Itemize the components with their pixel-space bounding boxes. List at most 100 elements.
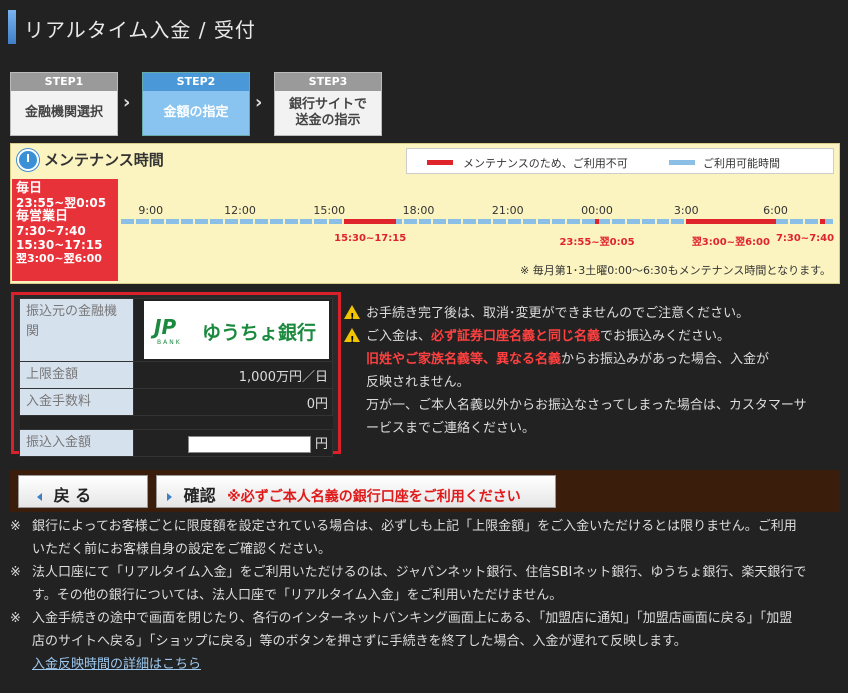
notice-emphasis: 必ず証券口座名義と同じ名義 (431, 329, 601, 344)
timeline-available-segment (582, 219, 595, 224)
action-bar: 戻 る 確認 ※必ずご本人名義の銀行口座をご利用ください (10, 470, 840, 512)
footnote-text: 銀行によってお客様ごとに限度額を設定されている場合は、必ずしも上記「上限金額」を… (32, 519, 797, 534)
timeline-available-segment (225, 219, 238, 224)
footnote: ※ 法人口座にて「リアルタイム入金」をご利用いただけるのは、ジャパンネット銀行、… (8, 561, 840, 607)
timeline-hour-label: 6:00 (763, 204, 788, 217)
bank-logo: JP BANK ゆうちょ銀行 (144, 301, 329, 359)
title-marker (8, 10, 16, 44)
timeline-available-segment (507, 219, 521, 224)
timeline-available-segment (195, 219, 209, 224)
notice-line: ご入金は、必ず証券口座名義と同じ名義でお振込みください。 (344, 325, 839, 352)
business-time-3: 翌3:00~翌6:00 (16, 252, 102, 265)
bank-info-table: 振込元の金融機関 JP BANK ゆうちょ銀行 上限金額 1,000万円／日 入… (19, 298, 333, 457)
footnote-text: 店のサイトへ戻る」「ショップに戻る」等のボタンを押さずに手続きを終了した場合、入… (32, 634, 687, 649)
timeline-available-segment (284, 219, 298, 224)
timeline-available-segment (254, 219, 268, 224)
back-button[interactable]: 戻 る (18, 475, 148, 508)
timeline-available-segment (790, 219, 804, 224)
notice-line: 旧姓やご家族名義等、異なる名義からお振込みがあった場合、入金が (344, 348, 839, 371)
timeline-hour-label: 21:00 (491, 204, 524, 217)
step-3-head: STEP3 (275, 73, 381, 91)
step-2-head: STEP2 (143, 73, 249, 91)
legend-available-swatch (669, 160, 695, 165)
table-row: 上限金額 1,000万円／日 (19, 361, 333, 389)
maintenance-note: ※ 毎月第1･3土曜0:00～6:30もメンテナンス時間となります。 (520, 264, 831, 277)
amount-label: 振込入金額 (19, 429, 134, 457)
timeline-available-segment (537, 219, 551, 224)
table-row: 振込元の金融機関 JP BANK ゆうちょ銀行 (19, 298, 333, 362)
step-1-head: STEP1 (11, 73, 117, 91)
step-1: STEP1 金融機関選択 (10, 72, 118, 136)
timeline-available-segment (656, 219, 670, 224)
clock-icon (17, 149, 39, 171)
page-header: リアルタイム入金 / 受付 (8, 10, 840, 44)
timeline-available-segment (775, 219, 789, 224)
timeline-hour-label: 00:00 (581, 204, 613, 217)
timeline-available-segment (210, 219, 224, 224)
timeline-available-segment (329, 219, 343, 224)
footnote: ※ 銀行によってお客様ごとに限度額を設定されている場合は、必ずしも上記「上限金額… (8, 515, 840, 561)
timeline-available-segment (180, 219, 194, 224)
timeline-hour-label: 3:00 (673, 204, 699, 217)
business-time-1: 7:30~7:40 (16, 224, 86, 238)
amount-input[interactable] (187, 436, 311, 453)
warning-icon (344, 328, 360, 352)
notice-text: からお振込みがあった場合、入金が (561, 352, 770, 367)
timeline-available-segment (135, 219, 149, 224)
notice-block: お手続き完了後は、取消･変更ができませんのでご注意ください。 ご入金は、必ず証券… (344, 302, 839, 440)
footnotes: ※ 銀行によってお客様ごとに限度額を設定されている場合は、必ずしも上記「上限金額… (8, 515, 840, 676)
timeline-maintenance-segment (686, 219, 776, 224)
chevron-right-icon: › (123, 92, 131, 113)
timeline-available-segment (522, 219, 536, 224)
page-title: リアルタイム入金 / 受付 (24, 18, 256, 42)
timeline-available-segment (611, 219, 625, 224)
step-3-label-line2: 送金の指示 (295, 113, 361, 128)
maintenance-legend: メンテナンスのため、ご利用不可 ご利用可能時間 (406, 148, 834, 174)
step-1-label: 金融機関選択 (24, 105, 103, 120)
source-bank-value: JP BANK ゆうちょ銀行 (133, 298, 333, 362)
timeline-available-segment (299, 219, 313, 224)
source-bank-label: 振込元の金融機関 (19, 298, 134, 362)
notice-text: ご入金は、 (366, 329, 432, 344)
maintenance-panel: メンテナンス時間 メンテナンスのため、ご利用不可 ご利用可能時間 毎日 23:5… (10, 143, 840, 284)
legend-unavailable-label: メンテナンスのため、ご利用不可 (463, 157, 628, 170)
step-2-label: 金額の指定 (163, 105, 229, 120)
timeline-available-segment (567, 219, 581, 224)
amount-cell: 円 (133, 429, 333, 457)
timeline-maintenance-label: 15:30~17:15 (334, 233, 407, 244)
timeline-available-segment (478, 219, 491, 224)
timeline-available-segment (418, 219, 432, 224)
confirm-button-label: 確認 (183, 486, 216, 505)
step-2: STEP2 金額の指定 (142, 72, 250, 136)
notice-line: 万が一、ご本人名義以外からお振込なさってしまった場合は、カスタマーサ (366, 398, 807, 413)
timeline-maintenance-label: 7:30~7:40 (775, 233, 835, 244)
daily-time: 23:55~翌0:05 (16, 196, 107, 210)
fee-label: 入金手数料 (19, 388, 134, 416)
timeline-maintenance-segment (820, 219, 826, 224)
daily-label: 毎日 (16, 181, 43, 196)
fee-value: 0円 (133, 388, 333, 416)
footnote-text: 法人口座にて「リアルタイム入金」をご利用いただけるのは、ジャパンネット銀行、住信… (32, 565, 807, 580)
bank-logo-sub: BANK (157, 339, 182, 346)
timeline-available-segment (641, 219, 655, 224)
timeline-maintenance-segment (344, 219, 397, 224)
timeline-hour-label: 18:00 (402, 204, 435, 217)
footnote-text: いただく前にお客様自身の設定をご確認ください。 (32, 542, 332, 557)
timeline-available-segment (626, 219, 640, 224)
step-3-label-line1: 銀行サイトで (288, 97, 367, 112)
footnote-text: 入金手続きの途中で画面を閉じたり、各行のインターネットバンキング画面上にある、「… (32, 611, 793, 626)
arrow-right-icon (167, 492, 172, 501)
back-button-label: 戻 る (53, 486, 92, 505)
timeline-available-segment (403, 219, 417, 224)
confirm-button[interactable]: 確認 ※必ずご本人名義の銀行口座をご利用ください (156, 475, 556, 508)
bank-name: ゆうちょ銀行 (202, 322, 317, 344)
deposit-reflection-details-link[interactable]: 入金反映時間の詳細はこちら (32, 657, 201, 672)
timeline-hour-label: 15:00 (313, 204, 346, 217)
warning-icon (344, 305, 360, 329)
legend-unavailable-swatch (427, 160, 453, 165)
footnote-mark: ※ (10, 565, 21, 580)
footnote: ※ 入金手続きの途中で画面を閉じたり、各行のインターネットバンキング画面上にある… (8, 607, 840, 653)
jp-bank-logo-icon: JP (154, 315, 177, 339)
bank-info-box: 振込元の金融機関 JP BANK ゆうちょ銀行 上限金額 1,000万円／日 入… (11, 292, 341, 457)
table-row: 振込入金額 円 (19, 429, 333, 457)
